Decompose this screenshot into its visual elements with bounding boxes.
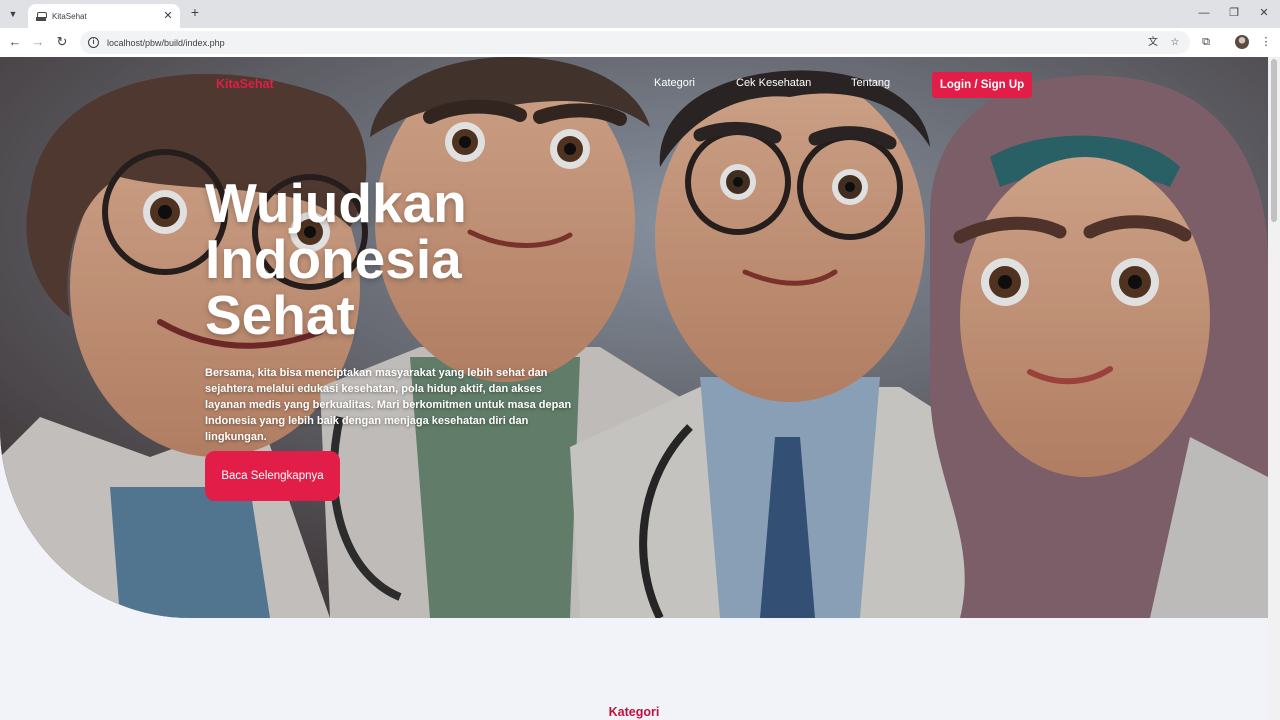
nav-link-kategori[interactable]: Kategori [654, 77, 695, 89]
browser-toolbar: ← → ↻ i localhost/pbw/build/index.php 文 … [0, 28, 1280, 57]
address-bar[interactable]: i localhost/pbw/build/index.php 文 ☆ [80, 31, 1190, 54]
back-icon[interactable]: ← [7, 34, 23, 50]
category-section-title: Kategori [608, 705, 660, 719]
browser-tab[interactable]: KitaSehat ✕ [28, 4, 180, 28]
new-tab-icon[interactable]: + [188, 5, 202, 20]
close-window-icon[interactable]: ✕ [1257, 6, 1271, 20]
restore-icon[interactable]: ❐ [1227, 6, 1241, 20]
hero-headline: Wujudkan Indonesia Sehat [205, 175, 565, 343]
scrollbar-thumb[interactable] [1271, 59, 1277, 222]
translate-icon[interactable]: 文 [1146, 36, 1160, 50]
site-info-icon[interactable]: i [88, 37, 99, 48]
read-more-button[interactable]: Baca Selengkapnya [205, 451, 340, 501]
headline-line: Sehat [205, 284, 355, 346]
forward-icon[interactable]: → [30, 34, 46, 50]
page-scrollbar[interactable] [1268, 57, 1280, 720]
extensions-icon[interactable]: ⧉ [1199, 35, 1213, 49]
nav-link-tentang[interactable]: Tentang [851, 77, 890, 89]
minimize-icon[interactable]: — [1197, 6, 1211, 20]
reload-icon[interactable]: ↻ [54, 34, 70, 50]
menu-kebab-icon[interactable]: ⋮ [1259, 35, 1273, 49]
hero-section: KitaSehat Kategori Cek Kesehatan Tentang… [0, 57, 1268, 618]
bookmark-star-icon[interactable]: ☆ [1168, 36, 1182, 50]
page-viewport: KitaSehat Kategori Cek Kesehatan Tentang… [0, 57, 1268, 720]
site-navbar: KitaSehat Kategori Cek Kesehatan Tentang… [0, 57, 1268, 113]
nav-link-cek-kesehatan[interactable]: Cek Kesehatan [736, 77, 811, 89]
tab-title: KitaSehat [52, 11, 87, 21]
hero-illustration [0, 57, 1268, 618]
headline-line: Indonesia [205, 228, 462, 290]
site-favicon-icon [36, 11, 47, 21]
login-signup-button[interactable]: Login / Sign Up [932, 72, 1032, 98]
site-brand-logo[interactable]: KitaSehat [216, 77, 274, 91]
url-text[interactable]: localhost/pbw/build/index.php [107, 38, 1146, 48]
profile-avatar[interactable] [1235, 35, 1249, 49]
tab-search-icon[interactable]: ▼ [5, 6, 21, 22]
hero-description: Bersama, kita bisa menciptakan masyaraka… [205, 367, 572, 443]
close-tab-icon[interactable]: ✕ [162, 10, 174, 22]
headline-line: Wujudkan [205, 172, 467, 234]
browser-tab-strip: ▼ KitaSehat ✕ + — ❐ ✕ [0, 0, 1280, 28]
